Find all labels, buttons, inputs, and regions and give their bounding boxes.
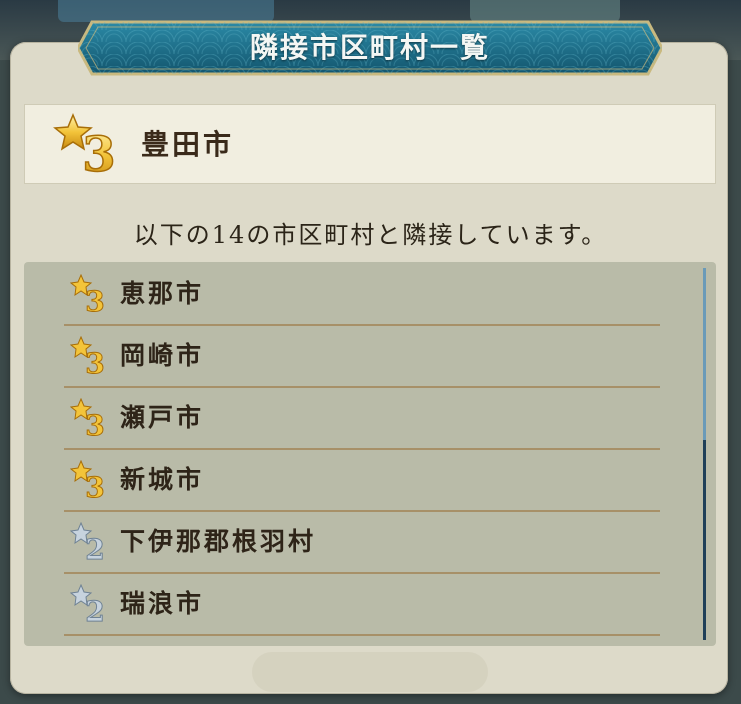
list-item[interactable]: 3 瀬戸市 — [64, 386, 660, 450]
list-item[interactable]: 2 下伊那郡根羽村 — [64, 510, 660, 574]
selected-municipality: 3 豊田市 — [24, 104, 716, 184]
svg-text:3: 3 — [85, 347, 104, 376]
gold-star-3-icon: 3 — [70, 336, 105, 376]
list-item[interactable]: 3 岡崎市 — [64, 324, 660, 388]
list-item-name: 瀬戸市 — [120, 403, 205, 432]
neighbor-list[interactable]: 3 恵那市 3 岡崎市 3 瀬戸市 3 新城市 2 下伊那郡根羽村 2 瑞浪市 — [24, 262, 716, 646]
list-scrollbar-thumb[interactable] — [703, 268, 706, 440]
list-item-name: 恵那市 — [120, 279, 205, 308]
list-item[interactable]: 2 瑞浪市 — [64, 572, 660, 636]
silver-star-2-icon: 2 — [70, 584, 105, 624]
svg-text:2: 2 — [85, 595, 104, 624]
svg-text:3: 3 — [85, 409, 104, 438]
gold-star-3-icon: 3 — [70, 274, 105, 314]
svg-text:3: 3 — [82, 127, 115, 181]
svg-text:3: 3 — [85, 471, 104, 500]
silver-star-2-icon: 2 — [70, 522, 105, 562]
svg-text:3: 3 — [85, 285, 104, 314]
selected-municipality-name: 豊田市 — [141, 128, 235, 161]
dialog-title: 隣接市区町村一覧 — [249, 31, 490, 64]
svg-text:2: 2 — [85, 533, 104, 562]
gold-star-3-icon: 3 — [70, 398, 105, 438]
list-item[interactable]: 3 恵那市 — [64, 262, 660, 326]
gold-star-3-icon: 3 — [53, 113, 116, 181]
list-scrollbar-lower — [703, 440, 706, 640]
list-item-name: 瑞浪市 — [120, 589, 205, 618]
list-item-name: 新城市 — [120, 465, 205, 494]
footer-button[interactable] — [252, 652, 488, 692]
list-item[interactable]: 3 新城市 — [64, 448, 660, 512]
dialog-title-banner: 隣接市区町村一覧 — [78, 18, 662, 78]
gold-star-3-icon: 3 — [70, 460, 105, 500]
list-item-name: 下伊那郡根羽村 — [120, 527, 317, 556]
neighbor-count-text: 以下の14の市区町村と隣接しています。 — [133, 221, 608, 249]
list-item-name: 岡崎市 — [120, 341, 205, 370]
